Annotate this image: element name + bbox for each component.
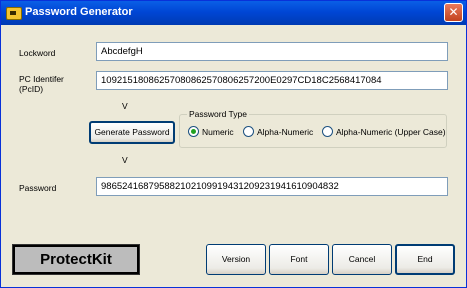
password-generator-window: Password Generator ✕ Lockword AbcdefgH P…	[0, 0, 467, 288]
pcid-input[interactable]: 10921518086257080862570806257200E0297CD1…	[96, 71, 448, 90]
generate-password-button[interactable]: Generate Password	[89, 121, 175, 144]
arrow-down-indicator-1: V	[122, 101, 128, 111]
close-icon: ✕	[448, 5, 459, 19]
radio-numeric[interactable]	[188, 126, 199, 137]
radio-alpha-numeric[interactable]	[243, 126, 254, 137]
end-button[interactable]: End	[395, 244, 455, 275]
cancel-button[interactable]: Cancel	[332, 244, 392, 275]
radio-alpha-numeric-upper[interactable]	[322, 126, 333, 137]
password-output[interactable]: 9865241687958821021099194312092319416109…	[96, 177, 448, 196]
pcid-label-line2: (PcID)	[19, 84, 44, 94]
font-button[interactable]: Font	[269, 244, 329, 275]
password-type-group-label: Password Type	[187, 109, 249, 119]
window-title: Password Generator	[25, 6, 133, 18]
protectkit-brand-button[interactable]: ProtectKit	[12, 244, 140, 275]
radio-alpha-numeric-label[interactable]: Alpha-Numeric	[257, 127, 313, 137]
title-bar[interactable]: Password Generator ✕	[1, 1, 466, 25]
radio-numeric-label[interactable]: Numeric	[202, 127, 234, 137]
version-button[interactable]: Version	[206, 244, 266, 275]
password-label: Password	[19, 183, 57, 193]
arrow-down-indicator-2: V	[122, 155, 128, 165]
pcid-label-line1: PC Identifer	[19, 74, 64, 84]
radio-alpha-numeric-upper-label[interactable]: Alpha-Numeric (Upper Case)	[336, 127, 446, 137]
lockword-label: Lockword	[19, 48, 56, 58]
close-button[interactable]: ✕	[444, 3, 463, 22]
key-icon	[6, 7, 22, 20]
lockword-input[interactable]: AbcdefgH	[96, 42, 448, 61]
